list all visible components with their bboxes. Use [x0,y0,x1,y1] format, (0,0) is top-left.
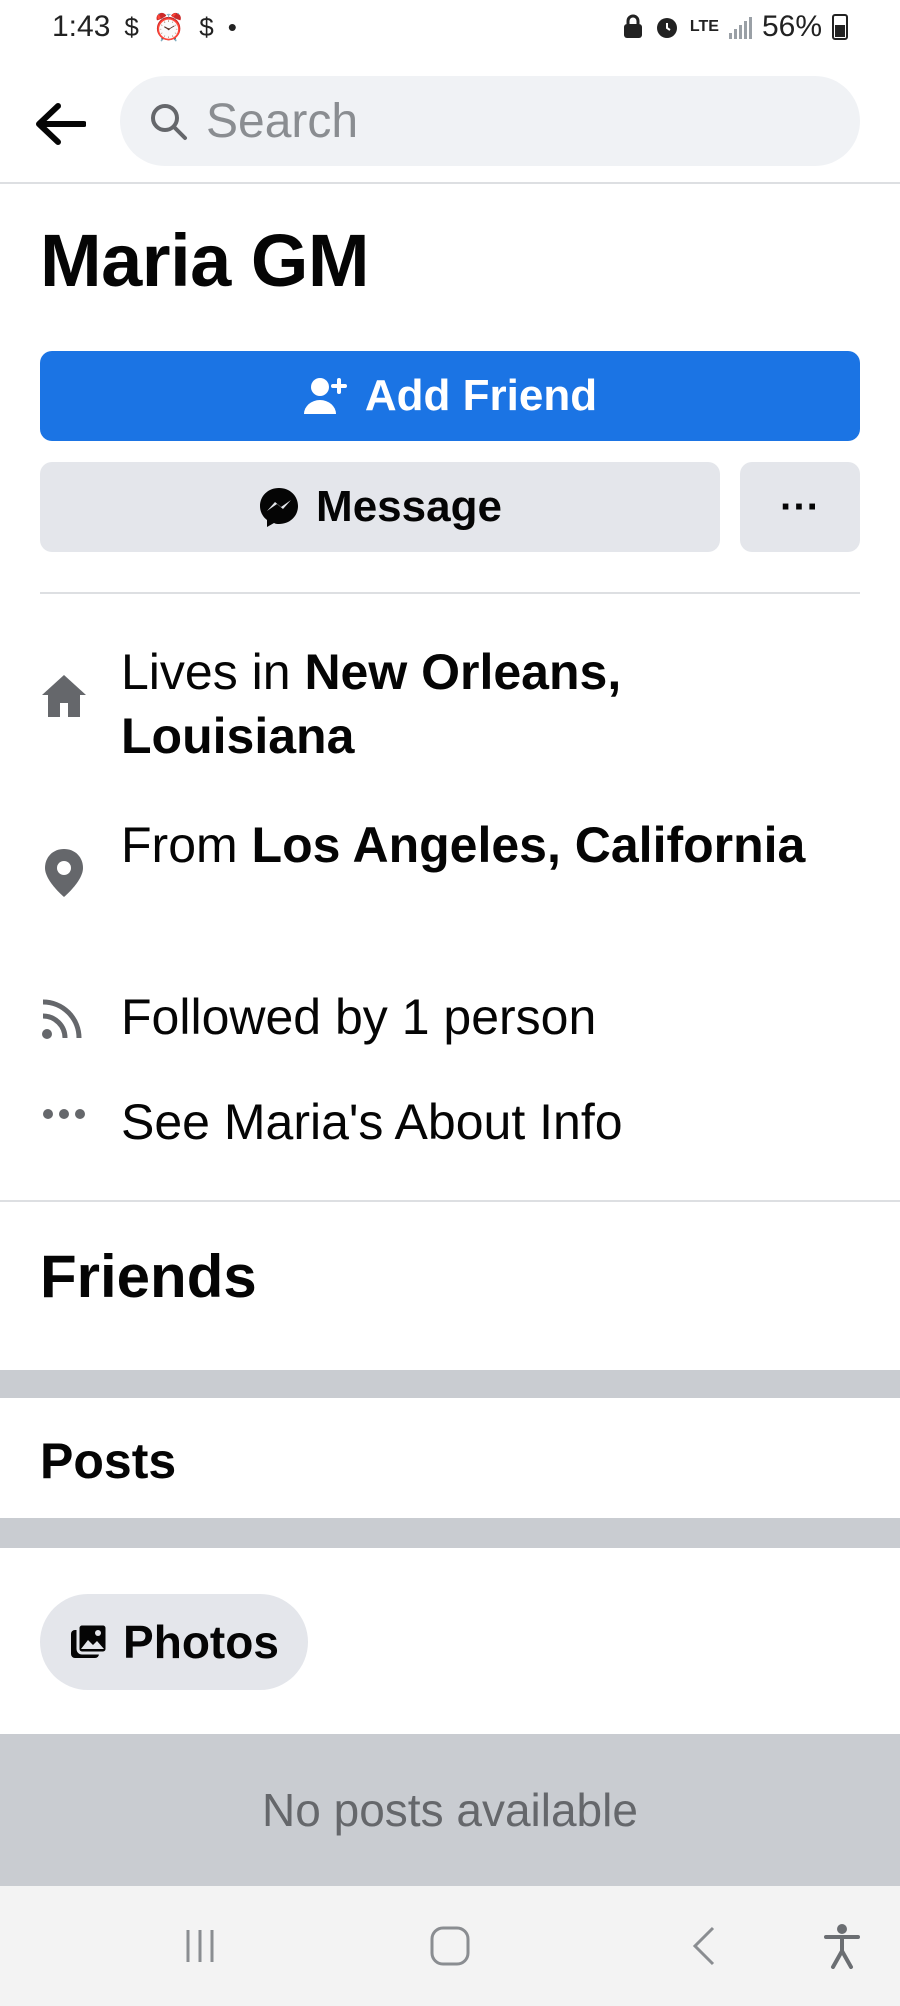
recents-button[interactable] [170,1916,230,1976]
from-text: From Los Angeles, California [121,813,861,877]
search-header [0,56,900,184]
lives-in-text: Lives in New Orleans, Louisiana [121,640,861,768]
search-input[interactable] [206,93,766,149]
battery-percent: 56% [761,10,822,43]
photos-label: Photos [123,1616,279,1668]
section-separator [0,1518,900,1548]
dollar-icon: $ [199,11,214,42]
more-dots-icon [40,1090,88,1138]
photos-button[interactable]: Photos [40,1594,308,1690]
posts-heading: Posts [40,1433,177,1489]
photos-icon [71,1622,109,1658]
status-left: 1:43 $ ⏰ $ • [52,10,237,44]
signal-icon [728,15,752,39]
system-nav-bar [0,1886,900,2006]
empty-posts-message: No posts available [0,1734,900,1886]
more-options-button[interactable]: ··· [740,462,860,552]
message-label: Message [316,482,502,531]
empty-posts-text: No posts available [262,1784,638,1836]
add-friend-icon [303,378,347,414]
back-button[interactable] [28,92,92,156]
about-link[interactable]: See Maria's About Info [121,1090,861,1154]
battery-icon [832,14,848,40]
dollar-icon: $ [124,11,139,42]
profile-name: Maria GM [40,219,370,302]
lives-prefix: Lives in [121,644,305,700]
recents-icon [186,1930,214,1962]
back-nav-button[interactable] [674,1916,734,1976]
followed-text: Followed by 1 person [121,989,597,1045]
alarm-icon: ⏰ [152,11,186,42]
status-bar: 1:43 $ ⏰ $ • LTE 56% [0,0,900,56]
home-nav-button[interactable] [420,1916,480,1976]
home-icon [40,672,88,720]
messenger-icon [260,488,299,527]
add-friend-button[interactable]: Add Friend [40,351,860,441]
dot-icon: • [227,11,237,42]
from-place[interactable]: Los Angeles, California [252,817,806,873]
back-arrow-icon [36,103,86,145]
alarm-icon [656,18,677,38]
from-prefix: From [121,817,252,873]
search-bar[interactable] [120,76,860,166]
rss-icon [40,993,88,1041]
add-friend-label: Add Friend [364,371,598,420]
location-pin-icon [40,849,88,897]
more-dots-icon: ··· [780,484,820,529]
message-button[interactable]: Message [40,462,720,552]
divider [0,1200,900,1202]
clock: 1:43 [52,10,111,43]
home-nav-icon [430,1926,470,1966]
section-separator [0,1370,900,1398]
accessibility-icon [824,1924,860,1969]
status-right: LTE 56% [622,10,848,44]
accessibility-button[interactable] [812,1916,872,1976]
network-type: LTE [689,18,719,35]
friends-heading: Friends [40,1243,257,1310]
back-nav-icon [692,1926,715,1966]
search-icon [151,104,187,140]
lock-icon [623,14,642,38]
divider [40,592,860,594]
